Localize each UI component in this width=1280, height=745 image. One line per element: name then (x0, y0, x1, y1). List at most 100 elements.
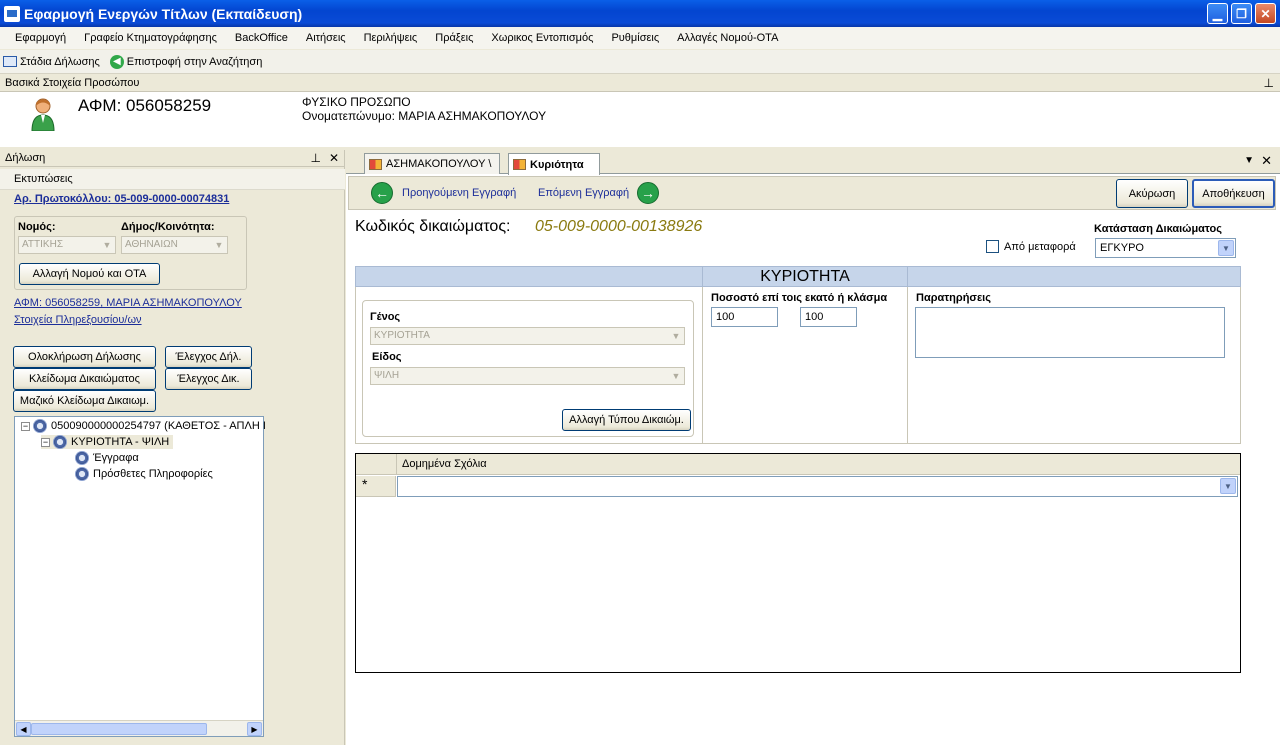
collapse-icon[interactable]: − (21, 421, 30, 431)
menu-item[interactable]: Αλλαγές Νομού-ΟΤΑ (668, 32, 787, 44)
back-to-search-label: Επιστροφή στην Αναζήτηση (126, 55, 263, 68)
mass-lock-button[interactable]: Μαζικό Κλείδωμα Δικαιωμ. (13, 390, 156, 412)
save-button[interactable]: Αποθήκευση (1192, 179, 1275, 208)
tab-strip: ΑΣΗΜΑΚΟΠΟΥΛΟΥ \ Κυριότητα ▼ ✕ (346, 150, 1280, 175)
menu-item[interactable]: Πράξεις (426, 32, 482, 44)
dimos-value: ΑΘΗΝΑΙΩΝ (125, 239, 178, 250)
pin-icon[interactable]: ⊥ (1264, 76, 1274, 90)
document-icon (513, 159, 526, 170)
tree-node-documents[interactable]: Έγγραφα (75, 451, 139, 465)
prints-label: Εκτυπώσεις (14, 173, 73, 185)
change-type-button[interactable]: Αλλαγή Τύπου Δικαιώμ. (562, 409, 691, 431)
pin-icon[interactable]: ⊥ (310, 151, 320, 165)
tree-node-right[interactable]: − ΚΥΡΙΟΤΗΤΑ - ΨΙΛΗ (41, 435, 174, 449)
percent-input[interactable]: 100 (711, 307, 778, 327)
change-nomos-button[interactable]: Αλλαγή Νομού και ΟΤΑ (19, 263, 160, 285)
grid-column-header[interactable]: Δομημένα Σχόλια (402, 458, 487, 470)
prints-menu[interactable]: Εκτυπώσεις (0, 169, 345, 190)
menu-item[interactable]: Χωρικος Εντοπισμός (482, 32, 602, 44)
collapse-icon[interactable]: − (41, 437, 50, 447)
proxy-link[interactable]: Στοιχεία Πληρεξουσίου/ων (14, 314, 142, 326)
tab-ownership[interactable]: Κυριότητα (508, 153, 600, 175)
menu-item[interactable]: Εφαρμογή (6, 32, 75, 44)
close-icon[interactable]: ✕ (329, 151, 339, 165)
gear-icon (75, 467, 89, 481)
document-icon (369, 158, 382, 170)
check-right-button[interactable]: Έλεγχος Δικ. (165, 368, 252, 390)
check-declaration-button[interactable]: Έλεγχος Δήλ. (165, 346, 252, 368)
gear-icon (53, 435, 67, 449)
scroll-left-icon[interactable]: ◀ (16, 722, 31, 736)
back-to-search-button[interactable]: ◀ Επιστροφή στην Αναζήτηση (109, 54, 263, 69)
person-info: ΑΦΜ: 056058259 ΦΥΣΙΚΟ ΠΡΟΣΩΠΟ Ονοματεπών… (0, 92, 1280, 147)
tree-node-label: ΚΥΡΙΟΤΗΤΑ - ΨΙΛΗ (71, 436, 170, 448)
tree-node-label: Πρόσθετες Πληροφορίες (93, 468, 213, 480)
tree-node-additional-info[interactable]: Πρόσθετες Πληροφορίες (75, 467, 213, 481)
tab-label: ΑΣΗΜΑΚΟΠΟΥΛΟΥ \ (386, 158, 492, 170)
genos-label: Γένος (370, 311, 401, 323)
nomos-value: ΑΤΤΙΚΗΣ (22, 239, 63, 250)
genos-value: ΚΥΡΙΟΤΗΤΑ (374, 330, 430, 341)
notes-label: Παρατηρήσεις (916, 292, 991, 304)
grid-header: Δομημένα Σχόλια (356, 454, 1240, 475)
cancel-button[interactable]: Ακύρωση (1116, 179, 1188, 208)
next-arrow-icon[interactable]: → (637, 182, 659, 204)
afm-header: ΑΦΜ: 056058259 (78, 96, 212, 115)
protocol-link[interactable]: Αρ. Πρωτοκόλλου: 05-009-0000-00074831 (14, 193, 229, 205)
status-select[interactable]: ΕΓΚΥΡΟ ▼ (1095, 238, 1236, 258)
close-tab-icon[interactable]: ✕ (1261, 153, 1272, 169)
person-fullname: Ονοματεπώνυμο: ΜΑΡΙΑ ΑΣΗΜΑΚΟΠΟΥΛΟΥ (302, 109, 547, 123)
tab-person[interactable]: ΑΣΗΜΑΚΟΠΟΥΛΟΥ \ (364, 153, 500, 174)
scroll-thumb[interactable] (31, 723, 207, 735)
fraction-input[interactable]: 100 (800, 307, 857, 327)
eidos-value: ΨΙΛΗ (374, 370, 400, 381)
declaration-tree[interactable]: − 050090000000254797 (ΚΑΘΕΤΟΣ - ΑΠΛΗ Ι −… (14, 416, 266, 737)
dimos-select: ΑΘΗΝΑΙΩΝ ▼ (121, 236, 228, 254)
previous-record-link[interactable]: Προηγούμενη Εγγραφή (402, 187, 516, 199)
comment-select[interactable]: ▼ (397, 476, 1238, 497)
menu-item[interactable]: Περιλήψεις (355, 32, 427, 44)
minimize-button[interactable]: ▁ (1207, 3, 1228, 24)
lock-right-button[interactable]: Κλείδωμα Δικαιώματος (13, 368, 156, 390)
transfer-checkbox[interactable] (986, 240, 999, 253)
menu-item[interactable]: Ρυθμίσεις (602, 32, 668, 44)
eidos-label: Είδος (372, 351, 402, 363)
menu-item[interactable]: Γραφείο Κτηματογράφησης (75, 32, 226, 44)
section-header-left (355, 266, 703, 287)
notes-textarea[interactable] (915, 307, 1225, 358)
right-code-label: Κωδικός δικαιώματος: (355, 218, 511, 235)
declaration-panel-title: Δήλωση (5, 152, 46, 164)
dimos-label: Δήμος/Κοινότητα: (121, 221, 215, 233)
tree-node-root[interactable]: − 050090000000254797 (ΚΑΘΕΤΟΣ - ΑΠΛΗ Ι (21, 419, 266, 433)
chevron-down-icon[interactable]: ▼ (1220, 478, 1236, 494)
book-icon (3, 56, 17, 67)
person-panel-header: Βασικά Στοιχεία Προσώπου ⊥ (0, 75, 1280, 92)
tab-label: Κυριότητα (530, 158, 584, 171)
status-value: ΕΓΚΥΡΟ (1100, 242, 1144, 254)
restore-button[interactable]: ❐ (1231, 3, 1252, 24)
toolbar: Στάδια Δήλωσης ◀ Επιστροφή στην Αναζήτησ… (0, 50, 1280, 74)
back-arrow-icon: ◀ (109, 54, 124, 69)
structured-comments-grid[interactable]: Δομημένα Σχόλια * ▼ (355, 453, 1241, 673)
close-button[interactable]: ✕ (1255, 3, 1276, 24)
scroll-right-icon[interactable]: ▶ (247, 722, 262, 736)
section-header-title: ΚΥΡΙΟΤΗΤΑ (702, 266, 908, 287)
previous-arrow-icon[interactable]: ← (371, 182, 393, 204)
gear-icon (33, 419, 47, 433)
next-record-link[interactable]: Επόμενη Εγγραφή (538, 187, 629, 199)
horizontal-scrollbar[interactable]: ◀ ▶ (15, 720, 263, 736)
nomos-label: Νομός: (18, 221, 56, 233)
percent-label: Ποσοστό επί τοις εκατό ή κλάσμα (711, 292, 888, 304)
afm-link[interactable]: ΑΦΜ: 056058259, ΜΑΡΙΑ ΑΣΗΜΑΚΟΠΟΥΛΟΥ (14, 297, 242, 309)
chevron-down-icon[interactable]: ▼ (1218, 240, 1234, 256)
genos-select: ΚΥΡΙΟΤΗΤΑ ▼ (370, 327, 685, 345)
menu-bar: Εφαρμογή Γραφείο Κτηματογράφησης BackOff… (0, 27, 1280, 49)
person-panel-title: Βασικά Στοιχεία Προσώπου (5, 77, 140, 89)
menu-item[interactable]: BackOffice (226, 32, 297, 44)
gear-icon (75, 451, 89, 465)
tab-list-icon[interactable]: ▼ (1244, 155, 1254, 166)
complete-declaration-button[interactable]: Ολοκλήρωση Δήλωσης (13, 346, 156, 368)
tree-node-label: 050090000000254797 (ΚΑΘΕΤΟΣ - ΑΠΛΗ Ι (51, 420, 266, 432)
stages-button[interactable]: Στάδια Δήλωσης (3, 56, 100, 68)
menu-item[interactable]: Αιτήσεις (297, 32, 355, 44)
